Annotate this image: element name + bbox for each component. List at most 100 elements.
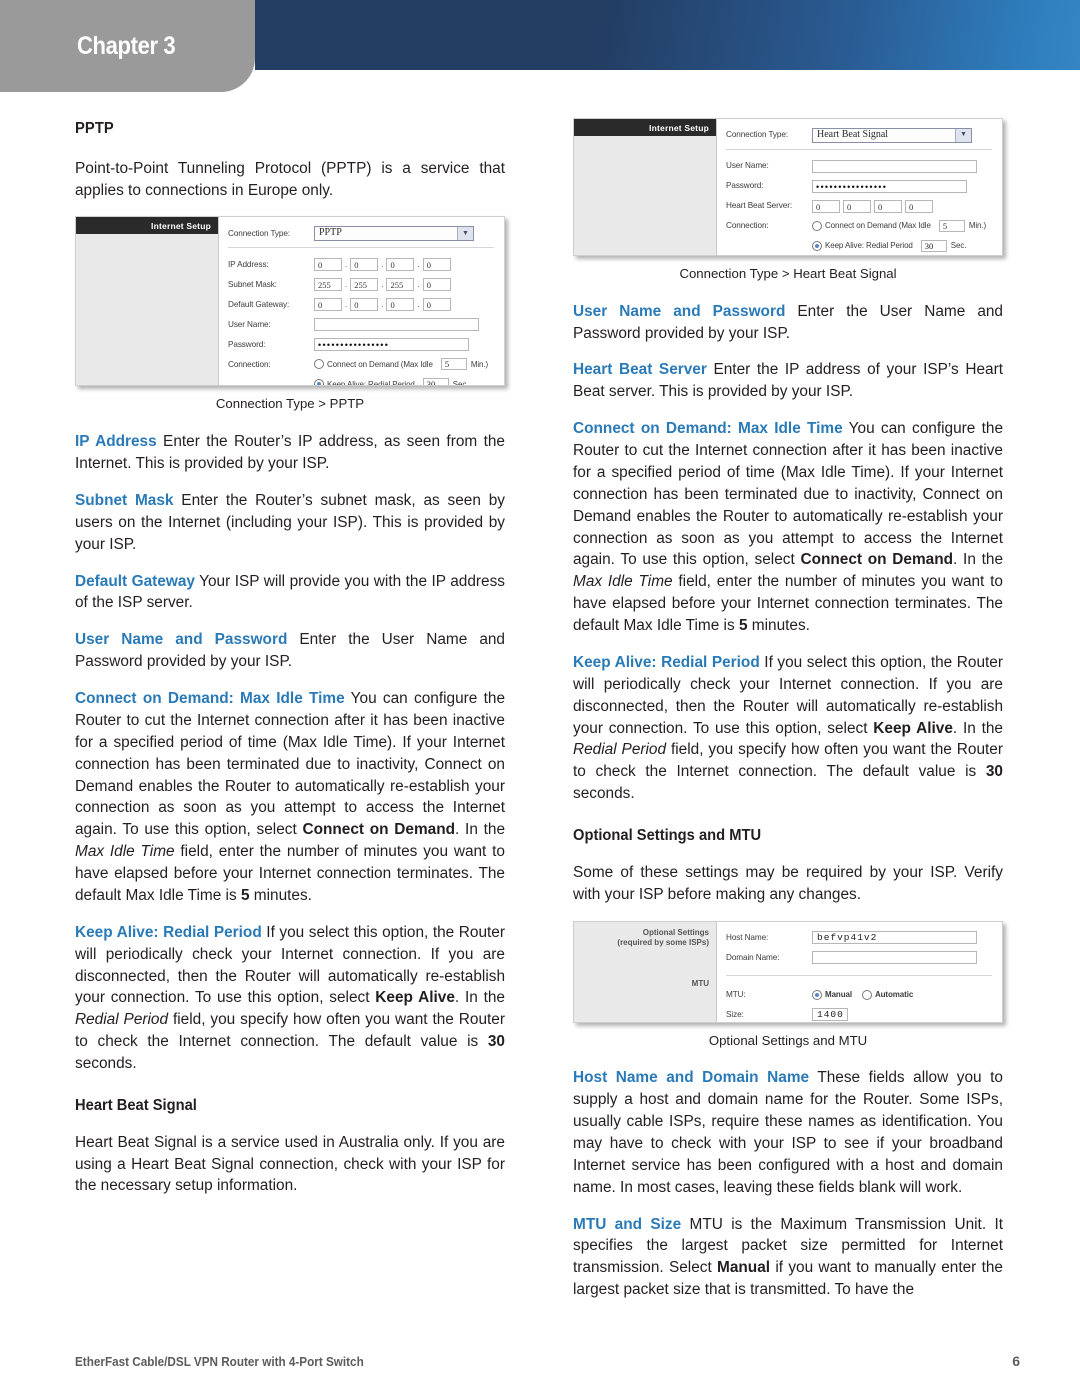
label-connection-type: Connection Type: [228, 228, 290, 238]
input-gateway-octet-1[interactable]: 0 [314, 297, 342, 311]
form-divider [726, 974, 992, 976]
input-host-name[interactable]: befvp41v2 [812, 931, 977, 945]
bold-keep-alive: Keep Alive [375, 989, 455, 1007]
radio-connect-on-demand[interactable] [812, 221, 822, 231]
paragraph-ip-address: IP Address Enter the Router’s IP address… [75, 431, 505, 475]
row-user-name: User Name: [228, 317, 496, 331]
input-subnet-octet-3[interactable]: 255 [386, 277, 415, 291]
input-domain-name[interactable] [812, 951, 977, 965]
heading-optional-settings-mtu: Optional Settings and MTU [573, 827, 762, 845]
chevron-down-icon[interactable]: ▼ [457, 226, 473, 240]
paragraph-optional-intro: Some of these settings may be required b… [573, 863, 1003, 903]
octet-dot: . [381, 259, 384, 269]
select-connection-type[interactable]: PPTP ▼ [314, 225, 474, 241]
input-hbs-octet-1[interactable]: 0 [812, 199, 840, 213]
heading-heart-beat-signal: Heart Beat Signal [75, 1096, 197, 1114]
octet-dot: . [417, 259, 420, 269]
bold-redial-default: 30 [985, 763, 1003, 781]
input-redial-period[interactable]: 30 [920, 240, 947, 252]
router-form-heart-beat: Connection Type: Heart Beat Signal ▼ Use… [716, 119, 1002, 255]
label-host-name: Host Name: [726, 932, 769, 942]
octet-dot: . [345, 279, 348, 289]
input-user-name[interactable] [812, 159, 977, 173]
input-max-idle[interactable]: 5 [938, 220, 965, 232]
label-connect-on-demand: Connect on Demand (Max Idle [327, 359, 433, 369]
input-redial-period[interactable]: 30 [422, 378, 449, 386]
runin-ip-address: IP Address [75, 433, 157, 451]
chapter-tab: Chapter 3 [0, 0, 255, 92]
runin-default-gateway: Default Gateway [75, 572, 195, 590]
input-subnet-octet-1[interactable]: 255 [314, 277, 342, 291]
input-hbs-octet-3[interactable]: 0 [874, 199, 902, 213]
radio-mtu-manual[interactable] [812, 989, 822, 1000]
input-size[interactable]: 1400 [812, 1008, 848, 1022]
select-connection-type[interactable]: Heart Beat Signal ▼ [812, 127, 972, 143]
input-password[interactable]: •••••••••••••••• [314, 337, 469, 351]
chapter-label: Chapter 3 [77, 32, 176, 60]
octet-dot: . [345, 259, 348, 269]
text-ka-2: . In the [952, 719, 1003, 737]
label-heart-beat-server: Heart Beat Server: [726, 201, 793, 211]
italic-max-idle-time: Max Idle Time [75, 843, 175, 861]
row-mtu: MTU: Manual Automatic [726, 988, 994, 1002]
runin-user-name-password: User Name and Password [75, 631, 288, 649]
text-ka-2: . In the [454, 989, 505, 1007]
input-hbs-octet-2[interactable]: 0 [843, 199, 871, 213]
select-connection-type-value: Heart Beat Signal [817, 128, 889, 140]
italic-max-idle-time: Max Idle Time [573, 573, 673, 591]
input-gateway-octet-2[interactable]: 0 [350, 297, 379, 311]
form-divider [228, 247, 494, 249]
label-ip-address: IP Address: [228, 259, 269, 269]
row-connection-type: Connection Type: PPTP ▼ [228, 225, 496, 241]
italic-redial-period: Redial Period [573, 741, 667, 759]
octet-dot: . [417, 299, 420, 309]
input-max-idle[interactable]: 5 [440, 358, 467, 371]
row-password: Password: •••••••••••••••• [726, 179, 994, 193]
input-hbs-octet-4[interactable]: 0 [905, 199, 933, 213]
paragraph-user-name-password: User Name and Password Enter the User Na… [75, 629, 505, 673]
octet-dot: . [381, 299, 384, 309]
footer-product-name: EtherFast Cable/DSL VPN Router with 4-Po… [75, 1355, 364, 1369]
chevron-down-icon[interactable]: ▼ [955, 128, 971, 142]
row-connection-keepalive: Keep Alive: Redial Period 30 Sec. [726, 239, 994, 253]
paragraph-mtu-and-size: MTU and Size MTU is the Maximum Transmis… [573, 1214, 1003, 1302]
paragraph-heart-beat-intro: Heart Beat Signal is a service used in A… [75, 1133, 505, 1195]
paragraph-pptp-intro: Point-to-Point Tunneling Protocol (PPTP)… [75, 159, 505, 199]
page-footer: EtherFast Cable/DSL VPN Router with 4-Po… [75, 1353, 1020, 1369]
input-ip-octet-2[interactable]: 0 [350, 257, 379, 271]
select-connection-type-value: PPTP [319, 227, 342, 239]
row-connection-keepalive: Keep Alive: Redial Period 30 Sec. [228, 377, 496, 386]
caption-heart-beat-signal: Connection Type > Heart Beat Signal [679, 266, 897, 281]
row-ip-address: IP Address: 0. 0. 0. 0 [228, 257, 496, 271]
input-ip-octet-4[interactable]: 0 [422, 257, 451, 271]
input-subnet-octet-2[interactable]: 255 [350, 277, 379, 291]
input-user-name[interactable] [314, 317, 479, 331]
paragraph-heart-beat-server: Heart Beat Server Enter the IP address o… [573, 359, 1003, 403]
runin-keep-alive: Keep Alive: Redial Period [75, 923, 262, 941]
input-subnet-octet-4[interactable]: 0 [422, 277, 451, 291]
row-subnet-mask: Subnet Mask: 255. 255. 255. 0 [228, 277, 496, 291]
input-ip-octet-1[interactable]: 0 [314, 257, 342, 271]
text-cod-4: minutes. [249, 886, 312, 904]
radio-keep-alive[interactable] [812, 241, 822, 251]
text-host-name-domain-name: These fields allow you to supply a host … [573, 1069, 1003, 1196]
radio-connect-on-demand[interactable] [314, 359, 324, 370]
runin-connect-on-demand: Connect on Demand: Max Idle Time [573, 420, 843, 438]
runin-keep-alive: Keep Alive: Redial Period [573, 653, 760, 671]
sidebar-optional-line2: (required by some ISPs) [617, 938, 709, 948]
radio-keep-alive[interactable] [314, 379, 324, 386]
form-divider [726, 149, 992, 150]
label-mtu-manual: Manual [825, 989, 852, 999]
row-connection-demand: Connection: Connect on Demand (Max Idle … [726, 219, 994, 233]
bold-connect-on-demand: Connect on Demand [302, 821, 456, 839]
radio-mtu-automatic[interactable] [861, 989, 872, 1000]
input-gateway-octet-3[interactable]: 0 [386, 297, 415, 311]
paragraph-connect-on-demand: Connect on Demand: Max Idle Time You can… [573, 418, 1003, 637]
figure-pptp: Internet Setup Connection Type: PPTP ▼ I… [75, 216, 505, 414]
label-user-name: User Name: [726, 161, 769, 171]
label-keep-alive: Keep Alive: Redial Period [825, 241, 913, 251]
input-gateway-octet-4[interactable]: 0 [422, 297, 451, 311]
input-ip-octet-3[interactable]: 0 [386, 257, 415, 271]
input-password[interactable]: •••••••••••••••• [812, 179, 967, 193]
label-subnet-mask: Subnet Mask: [228, 279, 277, 289]
